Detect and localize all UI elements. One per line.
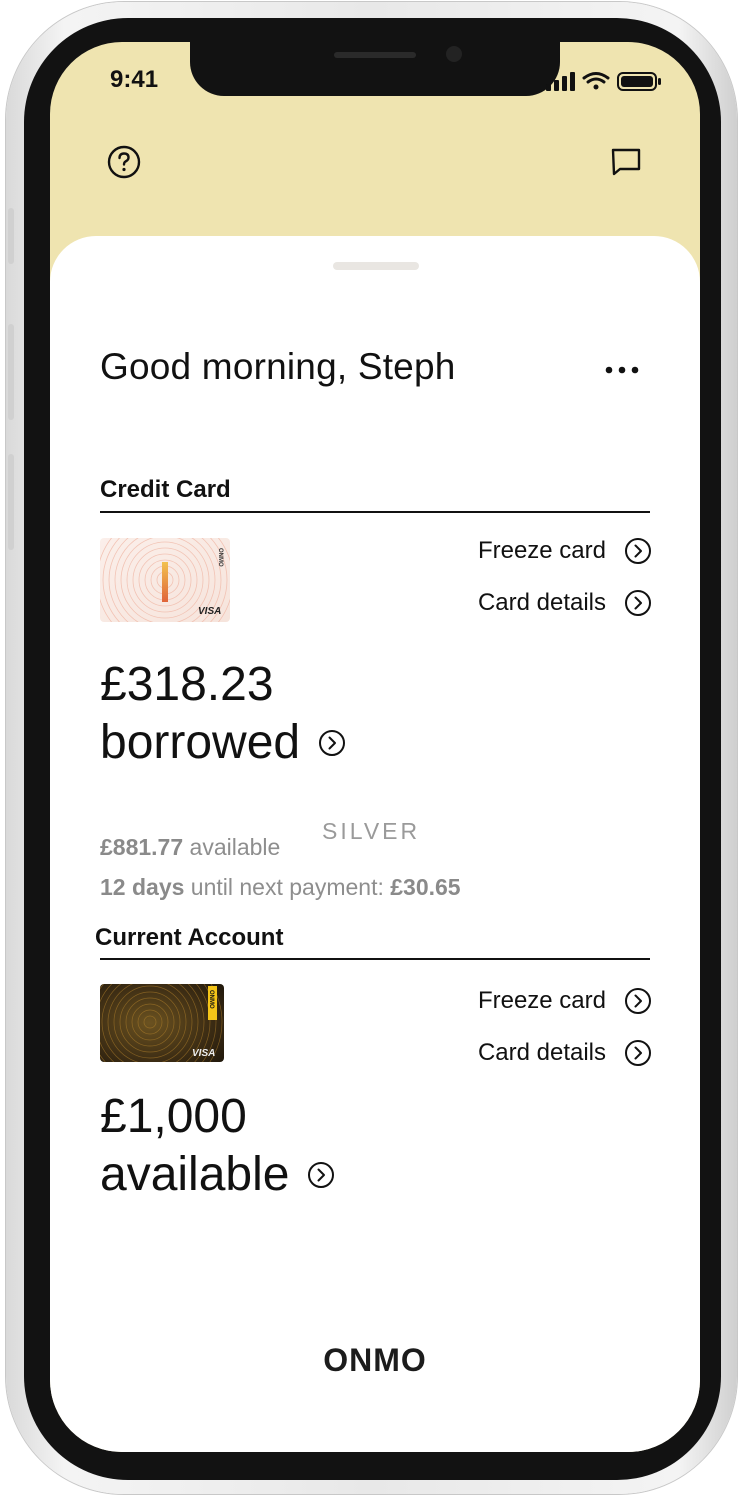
days-until-payment: 12 days	[100, 874, 185, 900]
current-card-network: VISA	[192, 1048, 215, 1059]
chevron-right-circle-icon	[625, 538, 651, 564]
help-circle-icon[interactable]	[106, 144, 142, 180]
credit-freeze-card-link[interactable]: Freeze card	[478, 536, 652, 566]
chat-icon[interactable]	[610, 146, 642, 178]
chevron-right-circle-icon	[625, 1040, 651, 1066]
chevron-right-circle-icon	[319, 730, 346, 756]
credit-borrowed-amount[interactable]: £318.23 borrowed	[100, 656, 346, 772]
current-amount-caption: available	[100, 1148, 290, 1201]
credit-amount-caption: borrowed	[100, 716, 301, 769]
next-payment-line: 12 days until next payment: £30.65	[100, 874, 461, 901]
status-time: 9:41	[110, 66, 159, 93]
card-details-label: Card details	[477, 1039, 606, 1066]
current-account-section-title: Current Account	[95, 924, 284, 951]
credit-card-image[interactable]: ONMO VISA	[100, 538, 230, 622]
sheet-grabber[interactable]	[333, 262, 419, 270]
volume-up-button	[8, 324, 14, 420]
credit-card-brand-mark: ONMO	[217, 548, 223, 567]
credit-available-line: £881.77 available	[100, 834, 280, 861]
chevron-right-circle-icon	[308, 1162, 335, 1188]
tier-label: SILVER	[322, 818, 421, 844]
credit-card-section-title: Credit Card	[100, 476, 231, 503]
freeze-card-label: Freeze card	[477, 987, 606, 1014]
app-screen: 9:41 Good morning, Steph Credit Card ONM…	[50, 42, 700, 1452]
current-card-details-link[interactable]: Card details	[478, 1038, 652, 1068]
next-payment-text: until next payment:	[190, 874, 384, 900]
footer-brand-logo: ONMO	[323, 1342, 427, 1378]
notch	[190, 42, 560, 96]
battery-icon	[617, 72, 661, 91]
chevron-right-circle-icon	[625, 988, 651, 1014]
credit-card-details-link[interactable]: Card details	[478, 588, 652, 618]
credit-available-label: available	[189, 834, 281, 860]
status-icons	[546, 70, 676, 92]
speaker	[334, 52, 416, 58]
current-account-card-image[interactable]: ONMO VISA	[100, 984, 224, 1062]
front-camera	[446, 46, 462, 62]
credit-card-divider	[100, 511, 650, 513]
current-available-amount[interactable]: £1,000 available	[100, 1088, 335, 1204]
mute-switch	[8, 208, 14, 264]
more-dots-icon[interactable]	[602, 358, 642, 382]
current-amount-value: £1,000	[100, 1090, 247, 1143]
credit-available-amount: £881.77	[100, 834, 184, 860]
credit-card-network: VISA	[198, 606, 221, 617]
freeze-card-label: Freeze card	[477, 537, 606, 564]
current-freeze-card-link[interactable]: Freeze card	[478, 986, 652, 1016]
cellular-signal-icon	[546, 72, 575, 91]
wifi-icon	[582, 72, 610, 90]
next-payment-amount: £30.65	[390, 874, 461, 900]
greeting-title: Good morning, Steph	[100, 346, 456, 387]
card-details-label: Card details	[477, 589, 606, 616]
chevron-right-circle-icon	[625, 590, 651, 616]
credit-amount-value: £318.23	[100, 658, 274, 711]
current-account-divider	[100, 958, 650, 960]
volume-down-button	[8, 454, 14, 550]
current-card-brand-mark: ONMO	[208, 990, 214, 1009]
home-sheet: Good morning, Steph Credit Card ONMO VIS…	[50, 236, 700, 1452]
